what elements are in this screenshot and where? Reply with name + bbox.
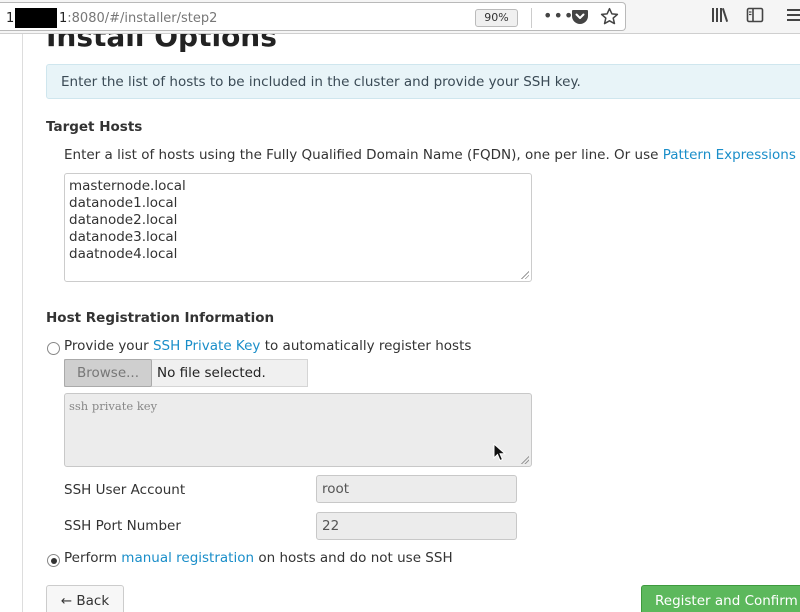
ssh-key-placeholder: ssh private key	[69, 399, 158, 413]
ssh-user-input[interactable]: root	[316, 475, 517, 503]
ssh-port-label: SSH Port Number	[64, 518, 181, 534]
zoom-indicator[interactable]: 90%	[475, 9, 518, 27]
host-line: datanode3.local	[69, 229, 178, 245]
file-input: Browse... No file selected.	[64, 359, 308, 387]
host-line: masternode.local	[69, 178, 186, 194]
page-actions-icon[interactable]: •••	[543, 6, 574, 26]
host-line: datanode1.local	[69, 195, 178, 211]
host-line: daatnode4.local	[69, 246, 178, 262]
resize-grip-icon[interactable]	[520, 455, 529, 464]
mouse-cursor-icon	[493, 443, 507, 462]
browse-button[interactable]: Browse...	[64, 359, 152, 387]
manual-option-label: Perform manual registration on hosts and…	[64, 550, 453, 566]
manual-option-suffix: on hosts and do not use SSH	[254, 550, 453, 566]
pocket-icon[interactable]	[571, 7, 589, 30]
target-hosts-desc-text: Enter a list of hosts using the Fully Qu…	[64, 147, 663, 163]
ssh-private-key-link[interactable]: SSH Private Key	[153, 338, 260, 354]
sidebar-icon[interactable]	[746, 6, 764, 29]
host-registration-title: Host Registration Information	[46, 310, 275, 326]
info-alert: Enter the list of hosts to be included i…	[46, 64, 800, 99]
ssh-key-option-label: Provide your SSH Private Key to automati…	[64, 338, 471, 354]
url-redaction	[15, 8, 57, 28]
register-confirm-button[interactable]: Register and Confirm	[641, 585, 800, 612]
info-text: Enter the list of hosts to be included i…	[61, 74, 581, 90]
url-prefix: 1	[6, 11, 15, 26]
ssh-key-textarea[interactable]: ssh private key	[64, 393, 532, 467]
manual-registration-link[interactable]: manual registration	[121, 550, 254, 566]
library-icon[interactable]	[711, 6, 731, 29]
ssh-option-suffix: to automatically register hosts	[260, 338, 472, 354]
url-text: 1:8080/#/installer/step2	[59, 11, 217, 26]
left-border	[22, 34, 23, 612]
back-button[interactable]: ← Back	[46, 585, 124, 612]
ssh-key-radio[interactable]	[47, 342, 60, 355]
file-status: No file selected.	[157, 365, 266, 381]
pattern-expressions-link[interactable]: Pattern Expressions	[663, 147, 796, 163]
hosts-textarea[interactable]: masternode.local datanode1.local datanod…	[64, 173, 532, 282]
url-divider	[531, 8, 532, 28]
target-hosts-desc: Enter a list of hosts using the Fully Qu…	[64, 147, 796, 163]
menu-icon[interactable]	[786, 6, 800, 29]
ssh-user-label: SSH User Account	[64, 482, 186, 498]
bookmark-star-icon[interactable]	[600, 7, 619, 31]
ssh-port-input[interactable]: 22	[316, 512, 517, 540]
url-path: :8080/#/installer/step2	[67, 11, 218, 26]
url-bar[interactable]: 1 1:8080/#/installer/step2 90% •••	[0, 2, 626, 31]
target-hosts-title: Target Hosts	[46, 119, 143, 135]
host-line: datanode2.local	[69, 212, 178, 228]
resize-grip-icon[interactable]	[520, 270, 529, 279]
browser-toolbar: 1 1:8080/#/installer/step2 90% •••	[0, 0, 800, 34]
ssh-option-prefix: Provide your	[64, 338, 153, 354]
manual-registration-radio[interactable]	[47, 554, 60, 567]
page-content: Install Options Enter the list of hosts …	[0, 20, 800, 612]
manual-option-prefix: Perform	[64, 550, 122, 566]
